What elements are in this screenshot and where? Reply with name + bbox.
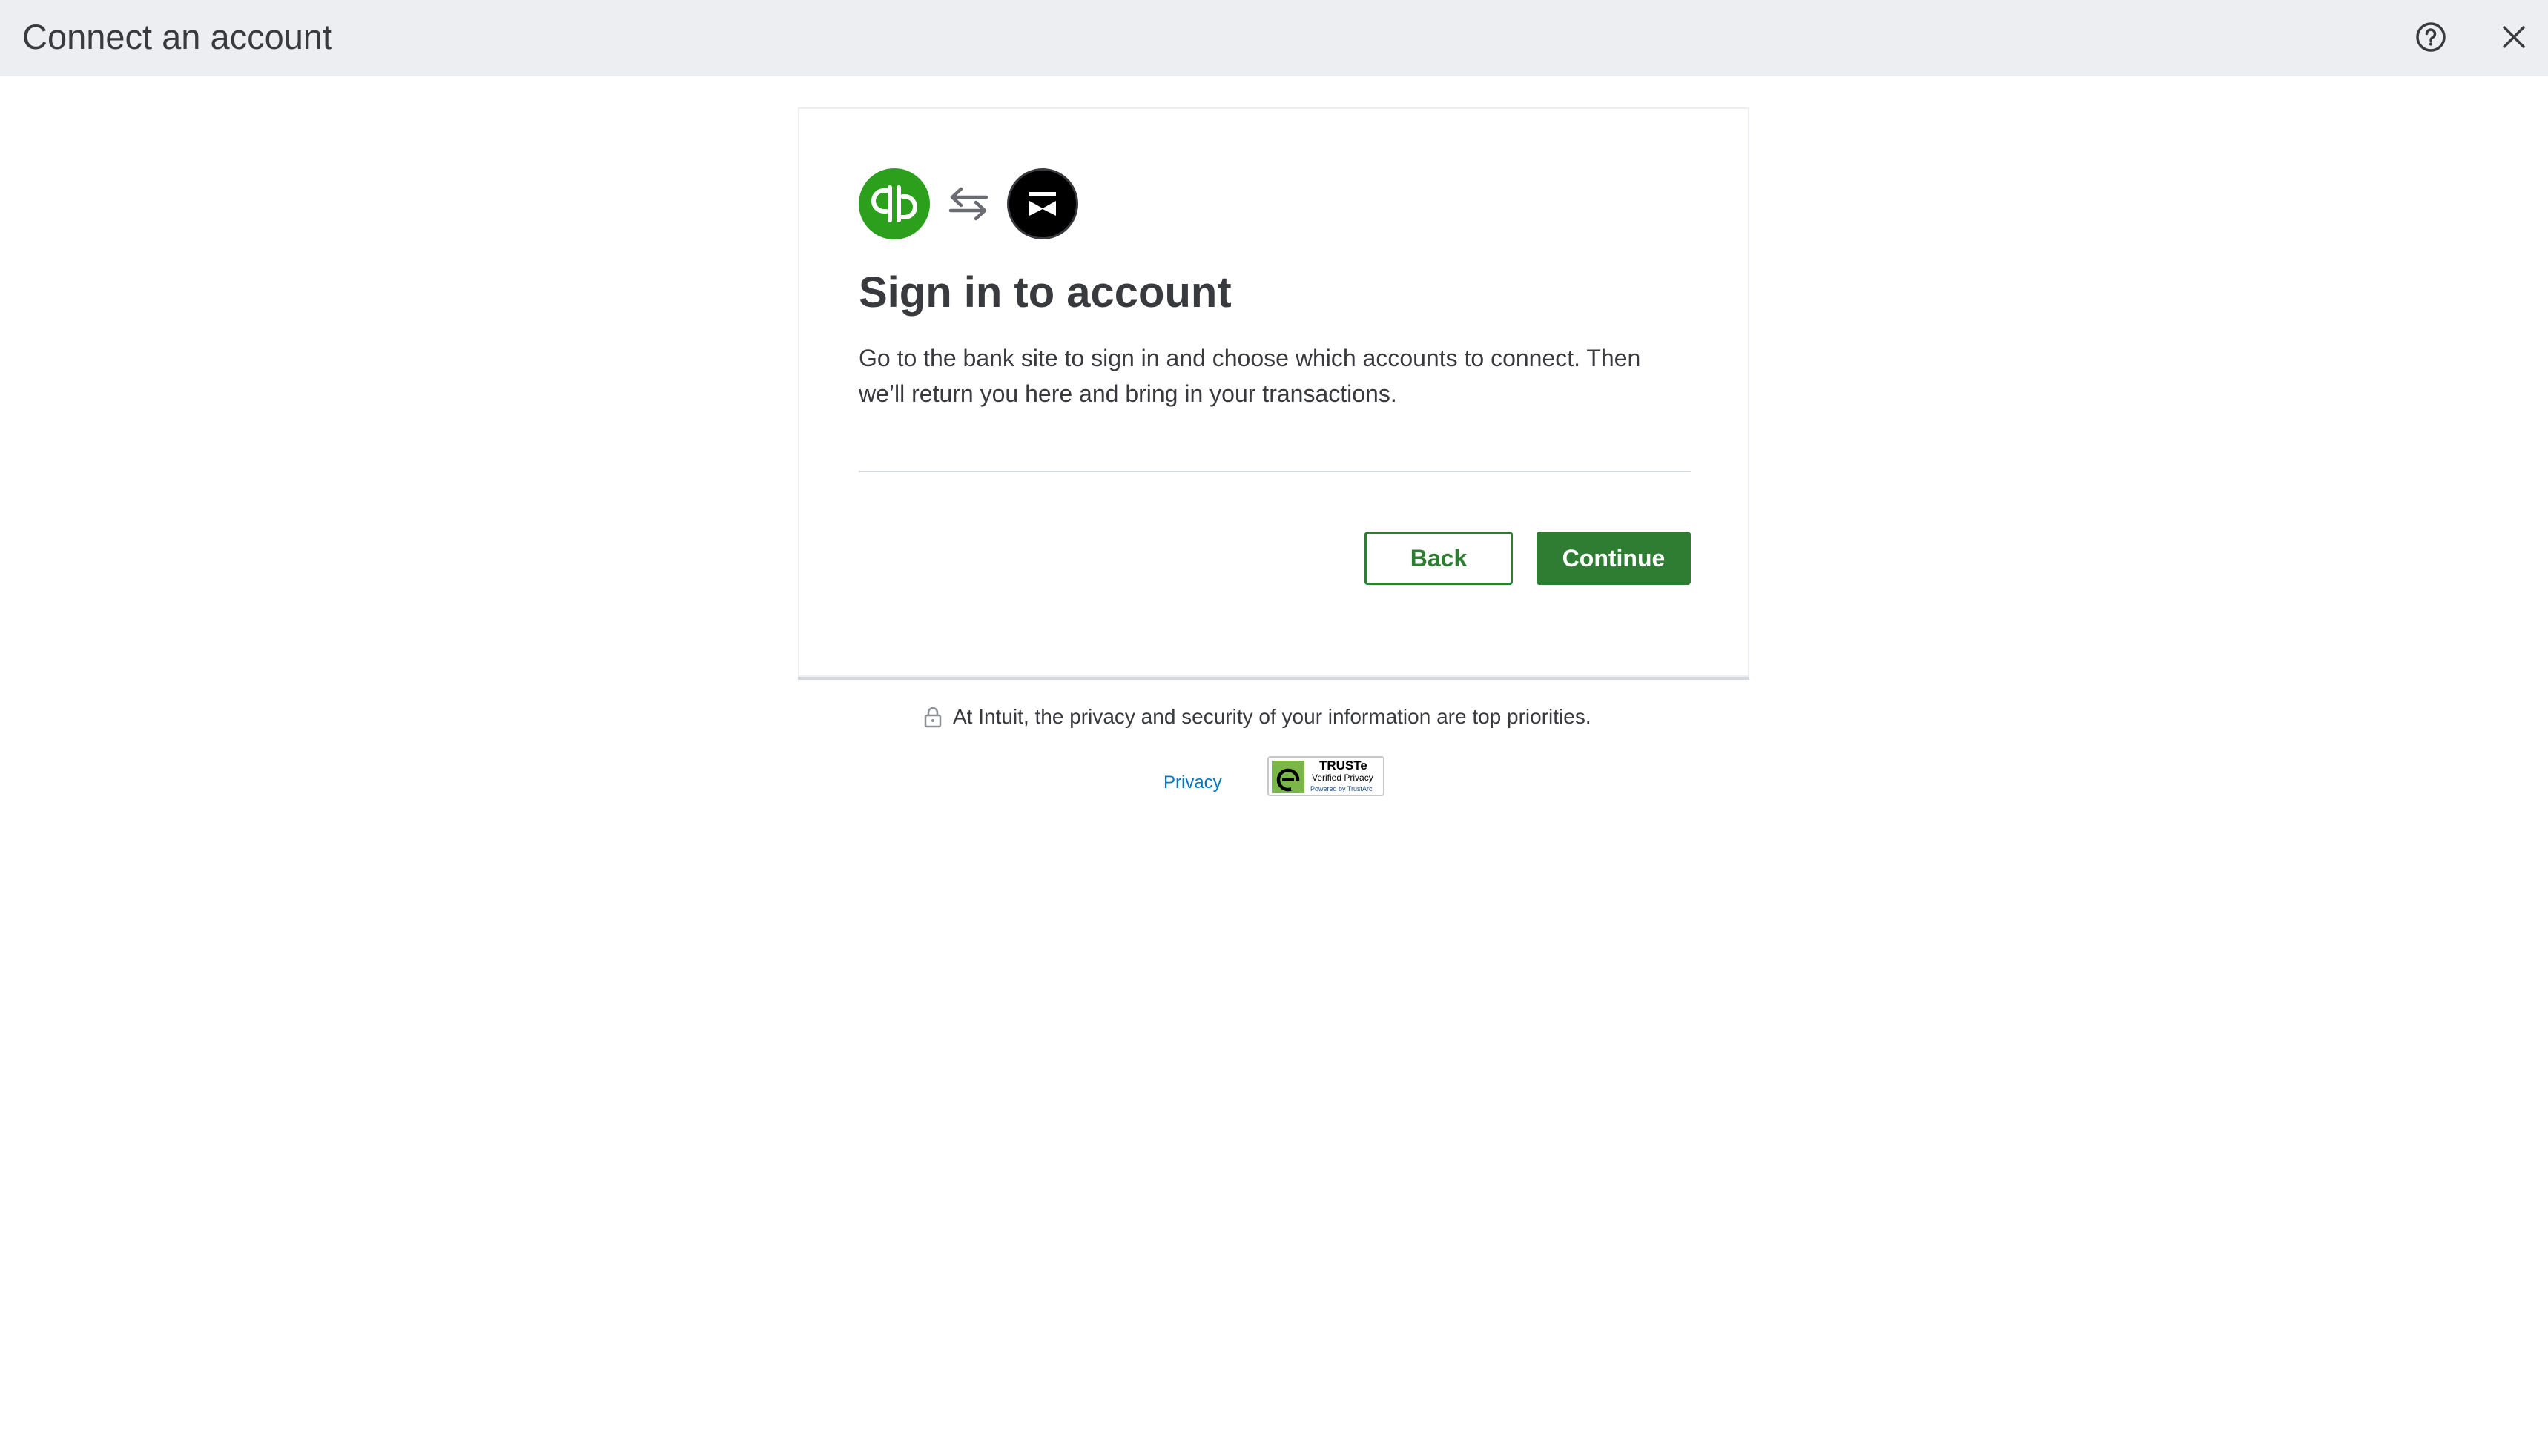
- dialog-title: Connect an account: [22, 17, 333, 56]
- help-icon[interactable]: [2412, 18, 2450, 56]
- card-title: Sign in to account: [859, 268, 1232, 317]
- truste-powered-by: Powered by TrustArc: [1310, 785, 1373, 792]
- truste-name: TRUSTe: [1319, 758, 1367, 772]
- swap-arrows-icon: [948, 183, 989, 225]
- card-description: Go to the bank site to sign in and choos…: [859, 345, 1641, 407]
- lock-icon: [923, 704, 943, 729]
- bank-logo: [1007, 168, 1078, 239]
- divider: [859, 471, 1691, 472]
- connection-logos: [859, 168, 1078, 239]
- dialog-header: Connect an account: [0, 0, 2548, 76]
- quickbooks-logo: [859, 168, 930, 239]
- back-button[interactable]: Back: [1364, 532, 1513, 585]
- security-note: At Intuit, the privacy and security of y…: [923, 703, 1591, 731]
- continue-button[interactable]: Continue: [1537, 532, 1691, 585]
- privacy-link[interactable]: Privacy: [1164, 771, 1222, 795]
- truste-subtitle: Verified Privacy: [1312, 772, 1373, 783]
- close-icon[interactable]: [2495, 18, 2533, 56]
- truste-seal-icon: [1272, 761, 1304, 793]
- sign-in-card: Sign in to account Go to the bank site t…: [798, 107, 1749, 677]
- security-text: At Intuit, the privacy and security of y…: [953, 705, 1591, 728]
- truste-badge[interactable]: TRUSTe Verified Privacy Powered by Trust…: [1267, 756, 1384, 796]
